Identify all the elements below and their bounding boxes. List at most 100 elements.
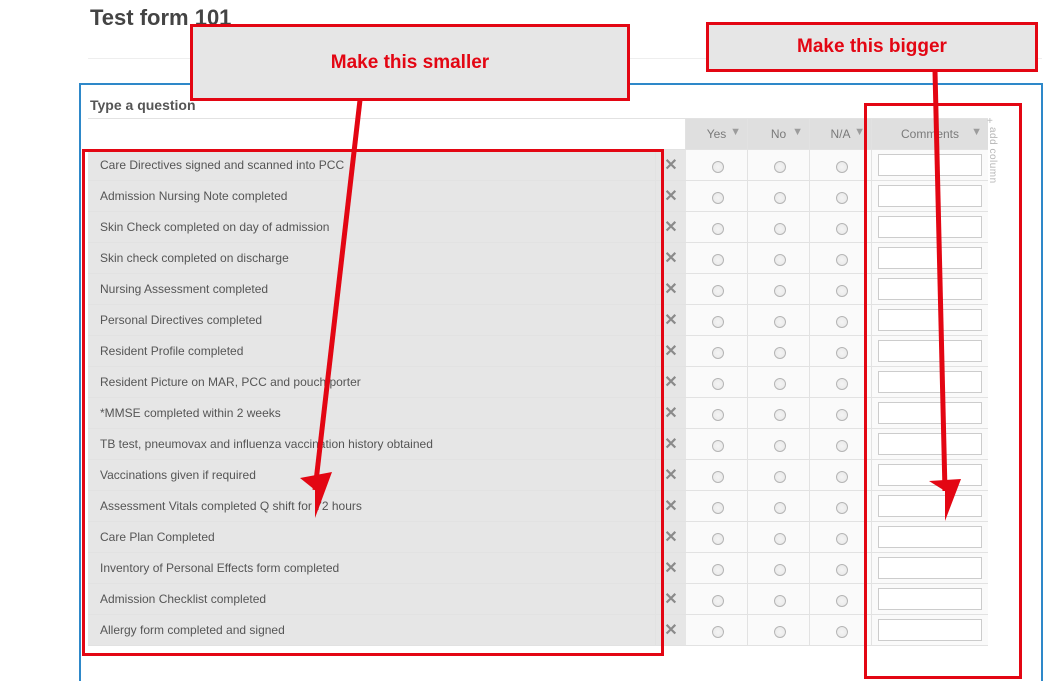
col-header-na[interactable]: N/A ▼ [810, 119, 872, 149]
comments-input[interactable] [878, 557, 982, 579]
comments-input[interactable] [878, 185, 982, 207]
delete-row-button[interactable]: ✕ [656, 553, 686, 583]
delete-row-button[interactable]: ✕ [656, 398, 686, 428]
delete-row-button[interactable]: ✕ [656, 367, 686, 397]
radio-option[interactable] [712, 409, 724, 421]
radio-option[interactable] [774, 378, 786, 390]
col-header-yes[interactable]: Yes ▼ [686, 119, 748, 149]
delete-row-button[interactable]: ✕ [656, 584, 686, 614]
radio-option[interactable] [836, 409, 848, 421]
radio-option[interactable] [712, 316, 724, 328]
radio-option[interactable] [836, 161, 848, 173]
radio-option[interactable] [774, 440, 786, 452]
radio-option[interactable] [712, 254, 724, 266]
col-header-no[interactable]: No ▼ [748, 119, 810, 149]
radio-option[interactable] [712, 192, 724, 204]
comments-input[interactable] [878, 402, 982, 424]
delete-row-button[interactable]: ✕ [656, 491, 686, 521]
col-header-comments[interactable]: Comments ▼ [872, 119, 988, 149]
radio-option[interactable] [774, 595, 786, 607]
radio-option[interactable] [836, 564, 848, 576]
radio-option[interactable] [712, 440, 724, 452]
comments-input[interactable] [878, 526, 982, 548]
radio-option[interactable] [836, 471, 848, 483]
delete-row-button[interactable]: ✕ [656, 150, 686, 180]
question-cell[interactable]: Care Plan Completed [88, 522, 656, 552]
question-cell[interactable]: *MMSE completed within 2 weeks [88, 398, 656, 428]
radio-option[interactable] [774, 533, 786, 545]
radio-option[interactable] [774, 502, 786, 514]
radio-option[interactable] [712, 285, 724, 297]
radio-option[interactable] [712, 161, 724, 173]
radio-option[interactable] [774, 471, 786, 483]
question-cell[interactable]: Inventory of Personal Effects form compl… [88, 553, 656, 583]
add-column-button[interactable]: +add column [987, 116, 1001, 196]
radio-option[interactable] [774, 347, 786, 359]
comments-input[interactable] [878, 216, 982, 238]
question-cell[interactable]: Admission Nursing Note completed [88, 181, 656, 211]
radio-option[interactable] [712, 223, 724, 235]
radio-option[interactable] [836, 223, 848, 235]
radio-option[interactable] [712, 626, 724, 638]
comments-input[interactable] [878, 340, 982, 362]
radio-option[interactable] [712, 564, 724, 576]
delete-row-button[interactable]: ✕ [656, 305, 686, 335]
radio-option[interactable] [836, 192, 848, 204]
radio-option[interactable] [774, 223, 786, 235]
radio-option[interactable] [774, 161, 786, 173]
radio-option[interactable] [712, 595, 724, 607]
radio-option[interactable] [774, 285, 786, 297]
radio-option[interactable] [774, 626, 786, 638]
radio-option[interactable] [712, 347, 724, 359]
delete-row-button[interactable]: ✕ [656, 181, 686, 211]
delete-row-button[interactable]: ✕ [656, 336, 686, 366]
comments-input[interactable] [878, 619, 982, 641]
delete-row-button[interactable]: ✕ [656, 615, 686, 645]
radio-option[interactable] [774, 192, 786, 204]
question-cell[interactable]: Personal Directives completed [88, 305, 656, 335]
radio-option[interactable] [836, 378, 848, 390]
question-cell[interactable]: Care Directives signed and scanned into … [88, 150, 656, 180]
question-cell[interactable]: Skin check completed on discharge [88, 243, 656, 273]
delete-row-button[interactable]: ✕ [656, 460, 686, 490]
delete-row-button[interactable]: ✕ [656, 212, 686, 242]
delete-row-button[interactable]: ✕ [656, 274, 686, 304]
radio-option[interactable] [774, 316, 786, 328]
radio-option[interactable] [836, 533, 848, 545]
question-cell[interactable]: Assessment Vitals completed Q shift for … [88, 491, 656, 521]
comments-input[interactable] [878, 371, 982, 393]
delete-row-button[interactable]: ✕ [656, 243, 686, 273]
radio-option[interactable] [836, 595, 848, 607]
question-cell[interactable]: TB test, pneumovax and influenza vaccina… [88, 429, 656, 459]
question-cell[interactable]: Resident Picture on MAR, PCC and pouch p… [88, 367, 656, 397]
question-cell[interactable]: Admission Checklist completed [88, 584, 656, 614]
radio-option[interactable] [836, 254, 848, 266]
delete-row-button[interactable]: ✕ [656, 522, 686, 552]
comments-input[interactable] [878, 247, 982, 269]
question-cell[interactable]: Resident Profile completed [88, 336, 656, 366]
question-input-placeholder[interactable]: Type a question [90, 97, 196, 113]
comments-input[interactable] [878, 309, 982, 331]
comments-input[interactable] [878, 433, 982, 455]
question-cell[interactable]: Skin Check completed on day of admission [88, 212, 656, 242]
radio-option[interactable] [774, 564, 786, 576]
comments-input[interactable] [878, 464, 982, 486]
radio-option[interactable] [712, 378, 724, 390]
delete-row-button[interactable]: ✕ [656, 429, 686, 459]
question-cell[interactable]: Nursing Assessment completed [88, 274, 656, 304]
radio-option[interactable] [712, 502, 724, 514]
comments-input[interactable] [878, 278, 982, 300]
radio-option[interactable] [836, 626, 848, 638]
question-cell[interactable]: Allergy form completed and signed [88, 615, 656, 645]
comments-input[interactable] [878, 495, 982, 517]
radio-option[interactable] [836, 440, 848, 452]
radio-option[interactable] [774, 254, 786, 266]
comments-input[interactable] [878, 588, 982, 610]
radio-option[interactable] [836, 502, 848, 514]
radio-option[interactable] [712, 533, 724, 545]
radio-option[interactable] [836, 316, 848, 328]
radio-option[interactable] [836, 347, 848, 359]
radio-option[interactable] [836, 285, 848, 297]
question-cell[interactable]: Vaccinations given if required [88, 460, 656, 490]
radio-option[interactable] [712, 471, 724, 483]
